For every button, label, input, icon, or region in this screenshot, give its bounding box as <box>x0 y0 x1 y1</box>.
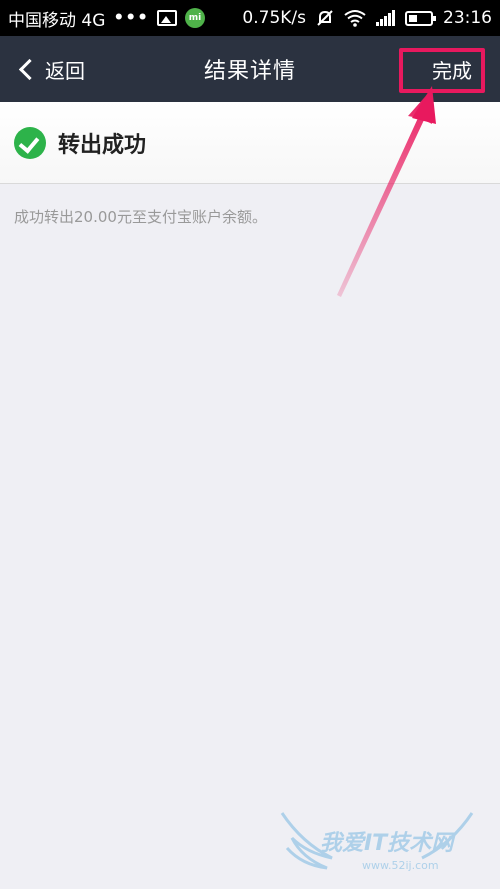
result-description: 成功转出20.00元至支付宝账户余额。 <box>14 208 267 226</box>
mute-icon <box>317 10 333 26</box>
battery-icon <box>405 10 436 26</box>
mi-message-icon: mi <box>185 8 206 28</box>
status-bar: 中国移动 4G ••• mi 0.75K/s 23:16 <box>0 0 500 36</box>
watermark: 我爱IT技术网 www.52ij.com <box>272 803 482 883</box>
wifi-icon <box>344 10 366 27</box>
watermark-text: 我爱IT技术网 <box>320 831 454 856</box>
signal-icon <box>376 10 395 26</box>
notification-dots: ••• <box>113 8 150 28</box>
result-card: 转出成功 <box>0 102 500 184</box>
image-notification-icon <box>157 10 178 26</box>
carrier-text: 中国移动 4G <box>8 10 106 31</box>
annotation-highlight-box <box>399 48 485 93</box>
result-title: 转出成功 <box>58 132 147 158</box>
watermark-url: www.52ij.com <box>362 859 439 872</box>
success-check-icon <box>14 126 46 159</box>
clock: 23:16 <box>443 8 492 28</box>
network-speed: 0.75K/s <box>242 8 306 28</box>
